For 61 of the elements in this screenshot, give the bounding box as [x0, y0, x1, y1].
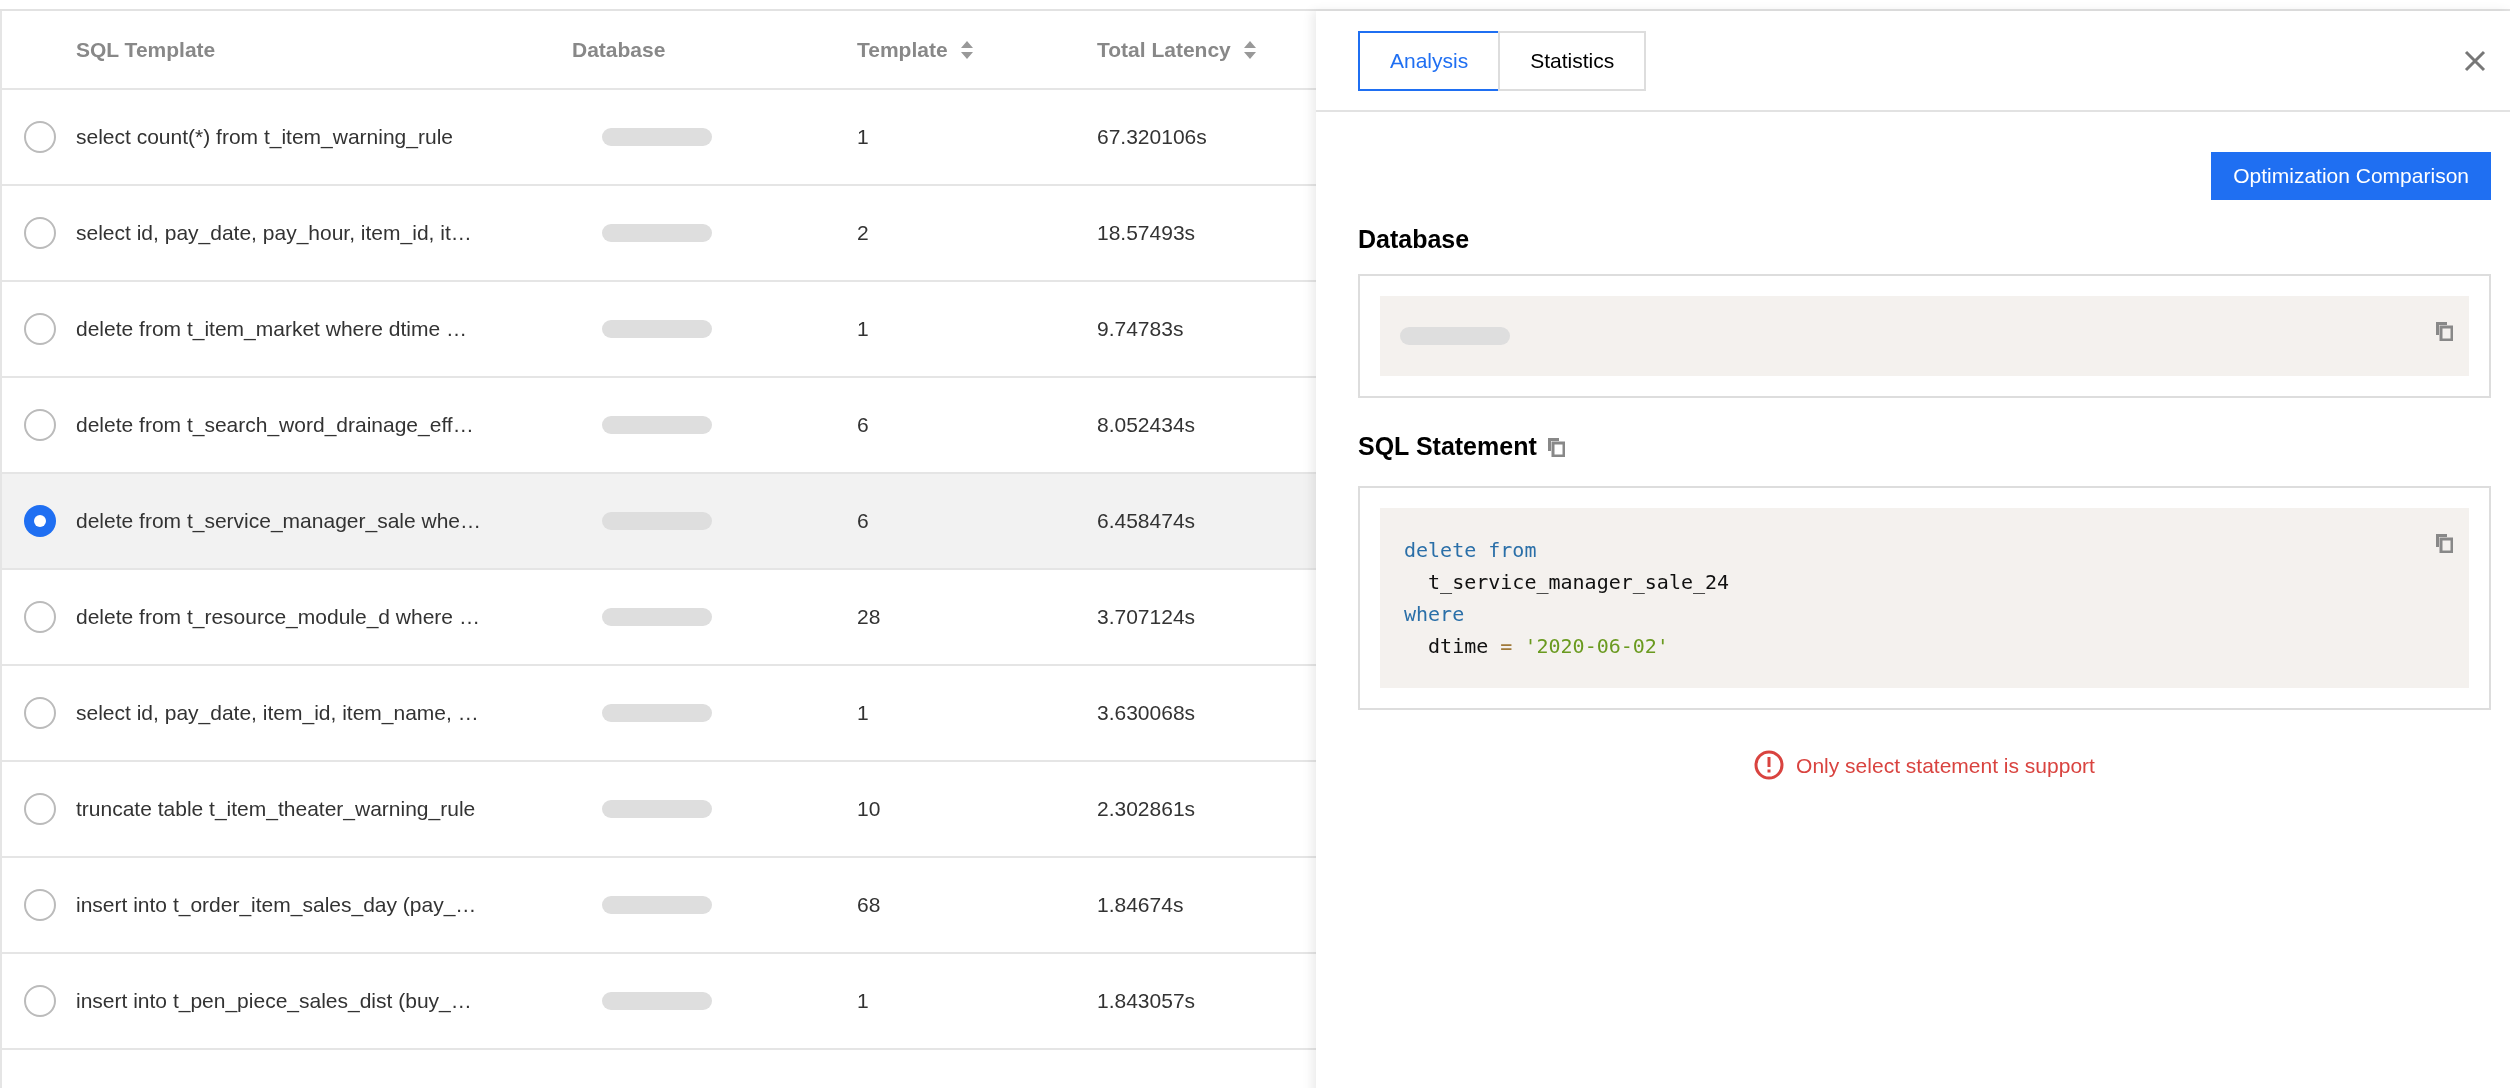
sql-template-text: delete from t_item_market where dtime … [76, 316, 467, 343]
sql-template-text: truncate table t_item_theater_warning_rule [76, 796, 476, 823]
table-cell: 28 [857, 605, 881, 629]
section-heading: Database [1358, 224, 1471, 254]
radio-button[interactable] [24, 985, 56, 1017]
table-cell: 1.843057s [1097, 989, 1196, 1013]
radio-button[interactable] [24, 505, 56, 537]
close-icon[interactable] [2464, 49, 2486, 72]
column-header[interactable]: Total Latency [1097, 33, 1257, 66]
table-cell: 8.052434s [1097, 413, 1196, 437]
sql-template-text: select id, pay_date, item_id, item_name, … [76, 700, 479, 727]
code-line: t_service_manager_sale_24 [1427, 568, 1730, 596]
radio-button[interactable] [24, 889, 56, 921]
sql-template-text: insert into t_order_item_sales_day (pay_… [76, 892, 477, 919]
table-cell: 3.707124s [1097, 605, 1196, 629]
sort-icon[interactable] [959, 39, 974, 60]
table-cell: 1 [857, 989, 869, 1013]
sql-template-text: insert into t_pen_piece_sales_dist (buy_… [76, 988, 472, 1015]
table-cell: 6.458474s [1097, 509, 1196, 533]
radio-button[interactable] [24, 601, 56, 633]
table-cell: 1 [857, 317, 869, 341]
sql-template-text: delete from t_service_manager_sale whe… [76, 508, 482, 535]
copy-icon[interactable] [1546, 436, 1565, 457]
table-cell: 1 [857, 701, 869, 725]
error-icon [1754, 750, 1785, 781]
table-cell: 6 [857, 509, 869, 533]
sql-template-text: delete from t_resource_module_d where … [76, 604, 480, 631]
table-cell: 18.57493s [1097, 221, 1196, 245]
table-cell: 10 [857, 797, 881, 821]
column-header: Database [572, 36, 666, 63]
radio-button[interactable] [24, 121, 56, 153]
optimization-comparison-button[interactable]: Optimization Comparison [2211, 152, 2491, 200]
copy-icon[interactable] [2435, 321, 2453, 342]
radio-button[interactable] [24, 793, 56, 825]
section-heading: SQL Statement [1358, 431, 1537, 462]
tab[interactable]: Statistics [1498, 30, 1647, 91]
code-line: delete from [1404, 536, 1537, 564]
table-cell: 2.302861s [1097, 797, 1196, 821]
code-line: where [1404, 600, 1465, 628]
code-line: dtime = '2020-06-02' [1427, 632, 1669, 660]
error-message: Only select statement is support [1796, 752, 2095, 779]
radio-button[interactable] [24, 313, 56, 345]
table-cell: 3.630068s [1097, 701, 1196, 725]
column-header[interactable]: Template [857, 33, 974, 66]
sql-template-text: select id, pay_date, pay_hour, item_id, it… [76, 220, 472, 247]
table-cell: 2 [857, 221, 869, 245]
sql-template-text: select count(*) from t_item_warning_rule [76, 124, 453, 151]
table-cell: 1 [857, 125, 869, 149]
table-cell: 6 [857, 413, 869, 437]
tab[interactable]: Analysis [1358, 30, 1501, 91]
column-header: SQL Template [76, 36, 216, 63]
sort-icon[interactable] [1242, 39, 1257, 60]
table-cell: 9.74783s [1097, 317, 1184, 341]
sql-template-text: delete from t_search_word_drainage_eff… [76, 412, 474, 439]
table-cell: 68 [857, 893, 881, 917]
radio-button[interactable] [24, 217, 56, 249]
radio-button[interactable] [24, 697, 56, 729]
radio-button[interactable] [24, 409, 56, 441]
table-cell: 1.84674s [1097, 893, 1184, 917]
copy-icon[interactable] [2435, 532, 2453, 553]
table-cell: 67.320106s [1097, 125, 1207, 149]
